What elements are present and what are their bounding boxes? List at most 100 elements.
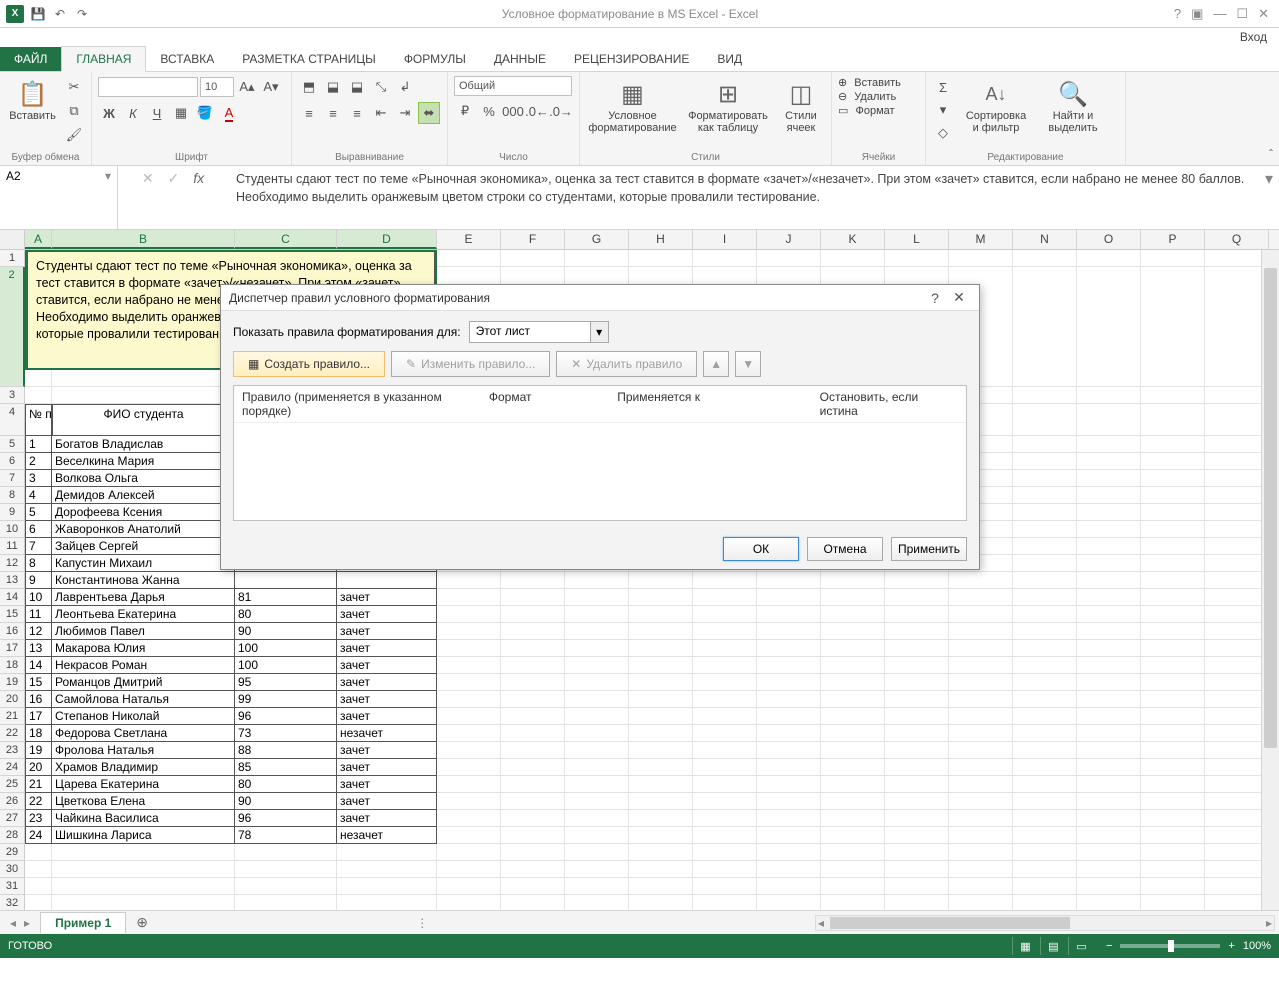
cell[interactable] bbox=[565, 640, 629, 657]
cell[interactable]: Чайкина Василиса bbox=[52, 810, 235, 827]
cell[interactable] bbox=[1205, 404, 1269, 436]
cell[interactable] bbox=[337, 895, 437, 910]
cell[interactable] bbox=[1205, 708, 1269, 725]
cell[interactable] bbox=[629, 827, 693, 844]
cell[interactable] bbox=[437, 691, 501, 708]
cell[interactable] bbox=[1141, 759, 1205, 776]
cell[interactable] bbox=[235, 844, 337, 861]
cell[interactable] bbox=[885, 640, 949, 657]
cell[interactable] bbox=[52, 844, 235, 861]
edit-rule-button[interactable]: ✎ Изменить правило... bbox=[391, 351, 550, 377]
cell[interactable] bbox=[565, 657, 629, 674]
cell[interactable] bbox=[757, 742, 821, 759]
dialog-close-icon[interactable]: ✕ bbox=[947, 289, 971, 306]
cell[interactable] bbox=[1141, 657, 1205, 674]
cell[interactable] bbox=[885, 878, 949, 895]
cell[interactable]: 18 bbox=[25, 725, 52, 742]
dialog-titlebar[interactable]: Диспетчер правил условного форматировани… bbox=[221, 285, 979, 311]
cell[interactable] bbox=[757, 623, 821, 640]
cell[interactable] bbox=[501, 827, 565, 844]
cell[interactable] bbox=[821, 861, 885, 878]
row-header[interactable]: 13 bbox=[0, 572, 25, 589]
cell[interactable] bbox=[757, 793, 821, 810]
row-header[interactable]: 8 bbox=[0, 487, 25, 504]
cell[interactable] bbox=[693, 861, 757, 878]
cell[interactable] bbox=[1141, 827, 1205, 844]
cell[interactable] bbox=[1013, 470, 1077, 487]
cell[interactable] bbox=[949, 725, 1013, 742]
cell[interactable] bbox=[1077, 844, 1141, 861]
cell[interactable] bbox=[949, 793, 1013, 810]
row-header[interactable]: 30 bbox=[0, 861, 25, 878]
col-header-M[interactable]: M bbox=[949, 230, 1013, 249]
cell[interactable] bbox=[821, 810, 885, 827]
cell[interactable] bbox=[565, 810, 629, 827]
cell[interactable] bbox=[949, 623, 1013, 640]
cell[interactable] bbox=[1205, 436, 1269, 453]
col-header-A[interactable]: A bbox=[25, 230, 52, 249]
cell[interactable] bbox=[565, 776, 629, 793]
sort-filter-button[interactable]: A↓ Сортировка и фильтр bbox=[958, 76, 1034, 136]
cell[interactable] bbox=[1013, 487, 1077, 504]
cell[interactable] bbox=[1205, 691, 1269, 708]
sheet-tab-active[interactable]: Пример 1 bbox=[40, 912, 126, 933]
cell[interactable] bbox=[1141, 691, 1205, 708]
conditional-formatting-button[interactable]: ▦ Условное форматирование bbox=[586, 76, 679, 136]
cell[interactable]: ФИО студента bbox=[52, 404, 235, 436]
row-header[interactable]: 6 bbox=[0, 453, 25, 470]
cell[interactable] bbox=[757, 776, 821, 793]
row-header[interactable]: 3 bbox=[0, 387, 25, 404]
cell[interactable]: Дорофеева Ксения bbox=[52, 504, 235, 521]
cell[interactable]: 100 bbox=[235, 657, 337, 674]
cell[interactable] bbox=[949, 861, 1013, 878]
cell[interactable] bbox=[949, 827, 1013, 844]
cell[interactable] bbox=[1141, 250, 1205, 267]
cell[interactable]: 4 bbox=[25, 487, 52, 504]
cell[interactable]: 1 bbox=[25, 436, 52, 453]
cell[interactable] bbox=[693, 725, 757, 742]
cell[interactable] bbox=[629, 844, 693, 861]
cell[interactable] bbox=[337, 572, 437, 589]
cell[interactable] bbox=[949, 657, 1013, 674]
cell[interactable] bbox=[629, 589, 693, 606]
cell[interactable] bbox=[437, 810, 501, 827]
cell[interactable] bbox=[1205, 589, 1269, 606]
cell[interactable] bbox=[1205, 810, 1269, 827]
cell[interactable] bbox=[337, 844, 437, 861]
cell[interactable] bbox=[25, 387, 52, 404]
cell[interactable]: Любимов Павел bbox=[52, 623, 235, 640]
cell[interactable] bbox=[821, 895, 885, 910]
cell[interactable] bbox=[949, 250, 1013, 267]
zoom-in-icon[interactable]: + bbox=[1228, 940, 1234, 952]
tab-pagelayout[interactable]: РАЗМЕТКА СТРАНИЦЫ bbox=[228, 47, 390, 71]
cell[interactable]: Самойлова Наталья bbox=[52, 691, 235, 708]
cell[interactable] bbox=[565, 861, 629, 878]
wrap-text-icon[interactable]: ↲ bbox=[394, 76, 416, 98]
row-header[interactable]: 23 bbox=[0, 742, 25, 759]
cell[interactable] bbox=[1141, 878, 1205, 895]
cell[interactable] bbox=[1077, 793, 1141, 810]
cell[interactable] bbox=[437, 657, 501, 674]
cell[interactable] bbox=[1013, 793, 1077, 810]
cell[interactable]: Цветкова Елена bbox=[52, 793, 235, 810]
cell[interactable] bbox=[1013, 404, 1077, 436]
tab-data[interactable]: ДАННЫЕ bbox=[480, 47, 560, 71]
col-header-C[interactable]: C bbox=[235, 230, 337, 249]
cell[interactable] bbox=[757, 708, 821, 725]
cell[interactable] bbox=[565, 250, 629, 267]
minimize-icon[interactable]: — bbox=[1213, 6, 1226, 22]
col-header-N[interactable]: N bbox=[1013, 230, 1077, 249]
indent-inc-icon[interactable]: ⇥ bbox=[394, 102, 416, 124]
cell[interactable]: Константинова Жанна bbox=[52, 572, 235, 589]
apply-button[interactable]: Применить bbox=[891, 537, 967, 561]
help-icon[interactable]: ? bbox=[1174, 6, 1181, 22]
cell[interactable] bbox=[629, 674, 693, 691]
hscroll-thumb[interactable] bbox=[830, 917, 1070, 929]
row-header[interactable]: 5 bbox=[0, 436, 25, 453]
cell[interactable] bbox=[1141, 623, 1205, 640]
tab-file[interactable]: ФАЙЛ bbox=[0, 47, 61, 71]
col-header-E[interactable]: E bbox=[437, 230, 501, 249]
cell[interactable] bbox=[25, 861, 52, 878]
cell[interactable]: 80 bbox=[235, 776, 337, 793]
cell[interactable] bbox=[1141, 267, 1205, 387]
